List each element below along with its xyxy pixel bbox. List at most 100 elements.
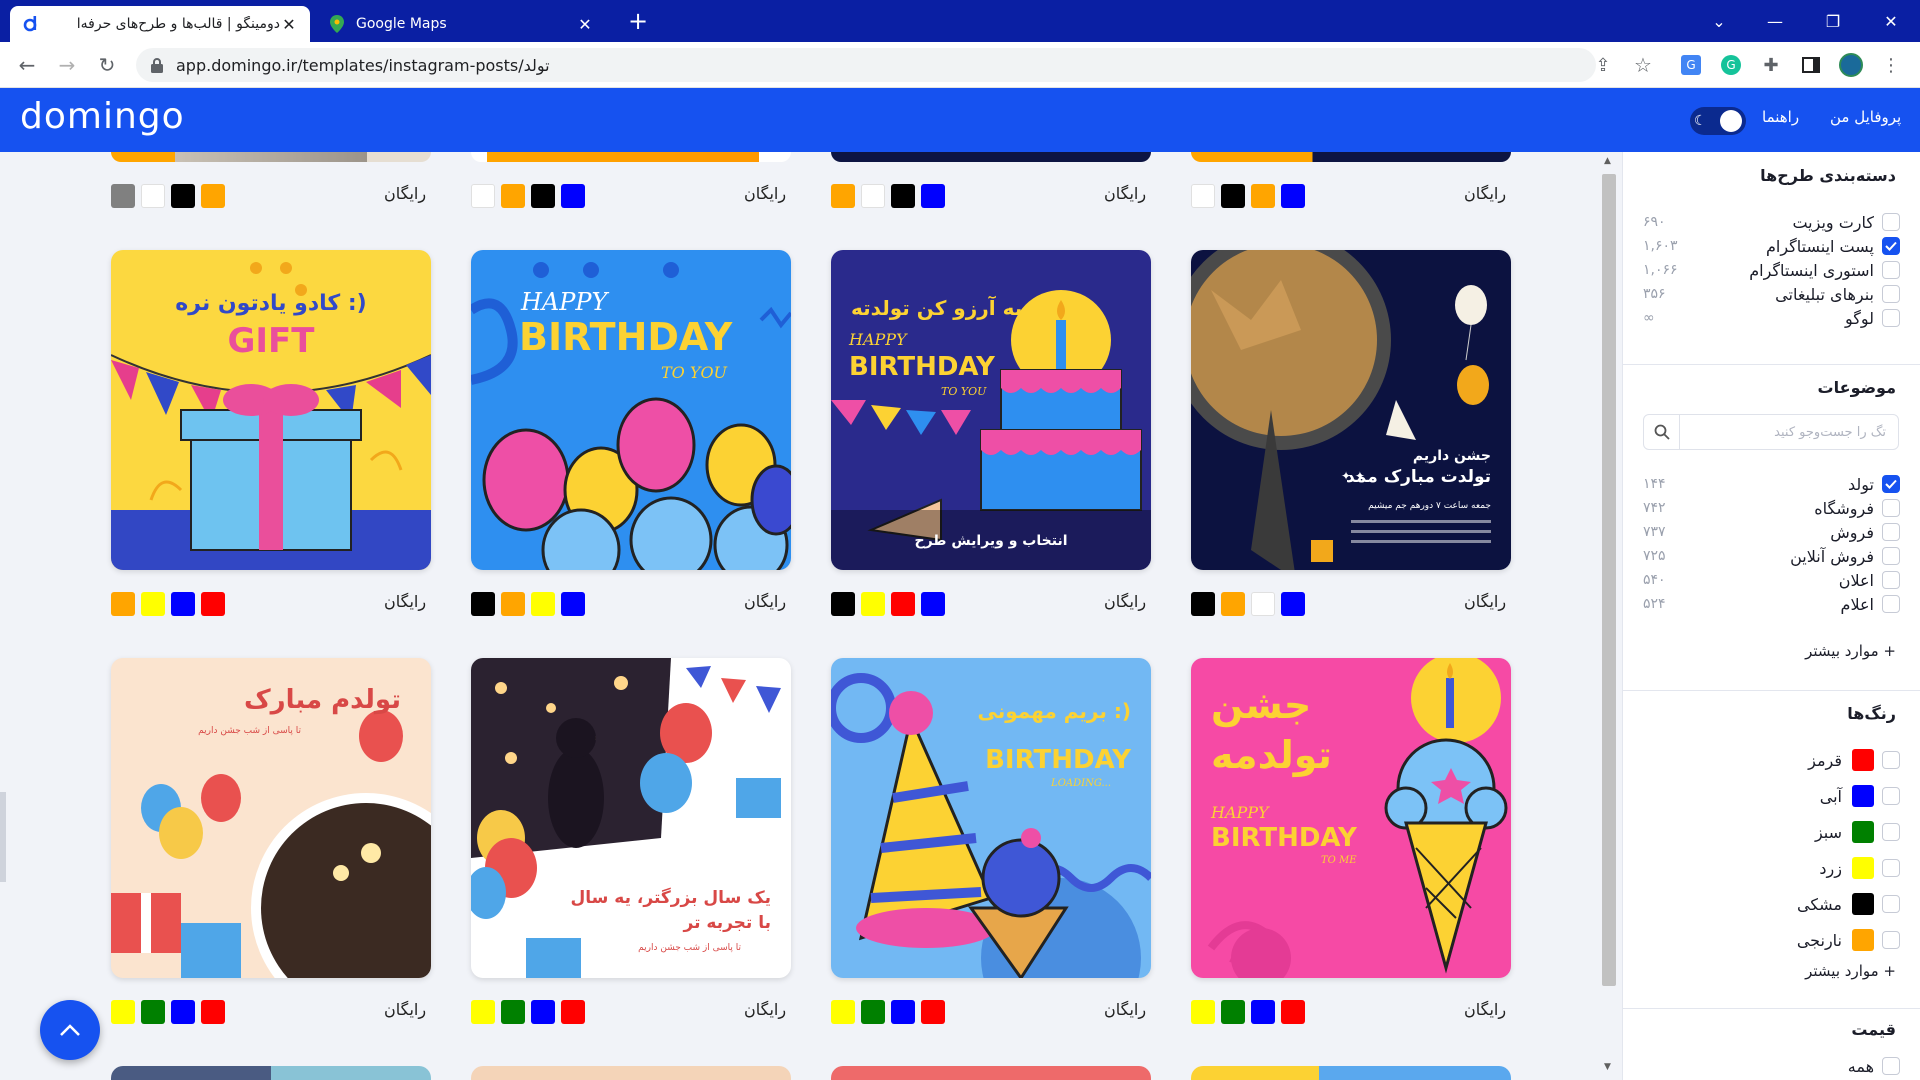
category-label: بنرهای تبلیغاتی	[1775, 284, 1874, 304]
close-tab-icon[interactable]: ✕	[576, 15, 594, 34]
reload-icon[interactable]: ↻	[92, 50, 122, 80]
checkbox[interactable]	[1882, 1057, 1900, 1075]
forward-icon[interactable]: →	[52, 50, 82, 80]
nav-guide[interactable]: راهنما	[1762, 108, 1799, 126]
price-label: رایگان	[1464, 184, 1507, 203]
price-label: رایگان	[384, 184, 427, 203]
translate-icon[interactable]: G	[1678, 52, 1704, 78]
topics-more-link[interactable]: + موارد بیشتر	[1805, 642, 1896, 660]
checkbox[interactable]	[1882, 547, 1900, 565]
checkbox[interactable]	[1882, 261, 1900, 279]
template-thumbnail-partial[interactable]	[1191, 152, 1511, 162]
template-card-balloons[interactable]: HAPPY BIRTHDAY TO YOU	[471, 250, 791, 570]
tab-google-maps[interactable]: Google Maps ✕	[316, 6, 606, 42]
template-card-my-birthday[interactable]: تولدم مبارک تا پاسی از شب جشن داریم	[111, 658, 431, 978]
topic-option[interactable]: فروش آنلاین ۷۲۵	[1643, 544, 1900, 568]
scroll-up-arrow-icon[interactable]: ▲	[1604, 156, 1611, 166]
browser-tab-strip: دومینگو | قالب‌ها و طرح‌های حرفه‌ا ✕ Goo…	[0, 0, 1920, 42]
checkbox[interactable]	[1882, 475, 1900, 493]
grammarly-icon[interactable]: G	[1718, 52, 1744, 78]
category-option[interactable]: استوری اینستاگرام ۱,۰۶۶	[1643, 258, 1900, 282]
template-thumbnail-partial[interactable]	[471, 152, 791, 162]
checkbox[interactable]	[1882, 571, 1900, 589]
scrollbar-thumb[interactable]	[1602, 174, 1616, 986]
scroll-down-arrow-icon[interactable]: ▼	[1604, 1062, 1611, 1072]
checkbox[interactable]	[1882, 931, 1900, 949]
share-icon[interactable]: ⇪	[1590, 52, 1616, 78]
colors-more-link[interactable]: + موارد بیشتر	[1805, 962, 1896, 980]
color-option[interactable]: زرد	[1643, 856, 1900, 880]
color-chip	[171, 1000, 195, 1024]
topic-option[interactable]: اعلام ۵۲۴	[1643, 592, 1900, 616]
template-thumbnail-partial[interactable]	[111, 1066, 431, 1080]
card-big: BIRTHDAY	[1211, 823, 1358, 853]
template-card-party-dark[interactable]: ✦ ✦ جشن داریم تولدت مبارک ممد جمعه ساعت …	[1191, 250, 1511, 570]
category-count: ۱,۰۶۶	[1643, 262, 1678, 278]
topic-option[interactable]: فروشگاه ۷۴۲	[1643, 496, 1900, 520]
bookmark-star-icon[interactable]: ☆	[1630, 52, 1656, 78]
template-thumbnail-partial[interactable]	[831, 1066, 1151, 1080]
checkbox[interactable]	[1882, 499, 1900, 517]
checkbox[interactable]	[1882, 595, 1900, 613]
restore-icon[interactable]: ❐	[1804, 0, 1862, 42]
extensions-puzzle-icon[interactable]: ✚	[1758, 52, 1784, 78]
checkbox[interactable]	[1882, 895, 1900, 913]
domingo-logo[interactable]: domingo	[20, 96, 185, 137]
tab-search-icon[interactable]: ⌄	[1690, 0, 1748, 42]
checkbox[interactable]	[1882, 309, 1900, 327]
main-scrollbar[interactable]: ▲ ▼	[1598, 152, 1622, 1080]
tab-domingo[interactable]: دومینگو | قالب‌ها و طرح‌های حرفه‌ا ✕	[10, 6, 310, 42]
topic-option[interactable]: فروش ۷۳۷	[1643, 520, 1900, 544]
template-thumbnail-partial[interactable]	[831, 152, 1151, 162]
template-card-year-older[interactable]: یک سال بزرگتر، یه سال با تجربه تر تا پاس…	[471, 658, 791, 978]
card-title: کادو یادتون نره :)	[175, 291, 366, 316]
template-card-gift[interactable]: کادو یادتون نره :) GIFT	[111, 250, 431, 570]
category-option[interactable]: پست اینستاگرام ۱,۶۰۳	[1643, 234, 1900, 258]
close-tab-icon[interactable]: ✕	[280, 15, 298, 34]
chrome-menu-icon[interactable]: ⋮	[1878, 52, 1904, 78]
category-option[interactable]: لوگو ∞	[1643, 306, 1900, 330]
topics-search-input[interactable]: تگ را جست‌وجو کنید	[1643, 414, 1899, 450]
dark-mode-toggle[interactable]: ☾	[1690, 107, 1746, 135]
nav-profile[interactable]: پروفایل من	[1830, 108, 1901, 126]
template-card-ice-cream[interactable]: جشن تولدمه HAPPY BIRTHDAY TO ME	[1191, 658, 1511, 978]
url-field[interactable]: app.domingo.ir/templates/instagram-posts…	[136, 48, 1596, 82]
template-thumbnail-partial[interactable]	[1191, 1066, 1511, 1080]
side-panel-icon[interactable]	[1798, 52, 1824, 78]
search-placeholder: تگ را جست‌وجو کنید	[1774, 424, 1886, 440]
checkbox[interactable]	[1882, 523, 1900, 541]
template-card-party-hat[interactable]: بریم مهمونی :) BIRTHDAY LOADING...	[831, 658, 1151, 978]
color-option[interactable]: آبی	[1643, 784, 1900, 808]
topic-option[interactable]: اعلان ۵۴۰	[1643, 568, 1900, 592]
category-option[interactable]: کارت ویزیت ۶۹۰	[1643, 210, 1900, 234]
scroll-to-top-button[interactable]	[40, 1000, 100, 1060]
checkbox[interactable]	[1882, 213, 1900, 231]
color-option[interactable]: نارنجی	[1643, 928, 1900, 952]
checkbox[interactable]	[1882, 751, 1900, 769]
back-icon[interactable]: ←	[12, 50, 42, 80]
checkbox[interactable]	[1882, 787, 1900, 805]
color-option[interactable]: سبز	[1643, 820, 1900, 844]
category-option[interactable]: بنرهای تبلیغاتی ۳۵۶	[1643, 282, 1900, 306]
color-chip	[1251, 1000, 1275, 1024]
topic-option[interactable]: تولد ۱۴۴	[1643, 472, 1900, 496]
color-chip	[561, 184, 585, 208]
template-thumbnail-partial[interactable]	[471, 1066, 791, 1080]
checkbox[interactable]	[1882, 285, 1900, 303]
close-window-icon[interactable]: ✕	[1862, 0, 1920, 42]
color-option[interactable]: مشکی	[1643, 892, 1900, 916]
template-card-cake[interactable]: یه آرزو کن تولدته HAPPY BIRTHDAY TO YOU …	[831, 250, 1151, 570]
color-chip	[891, 184, 915, 208]
template-thumbnail-partial[interactable]	[111, 152, 431, 162]
new-tab-button[interactable]: +	[624, 8, 652, 36]
tab-title: دومینگو | قالب‌ها و طرح‌های حرفه‌ا	[76, 16, 280, 32]
checkbox[interactable]	[1882, 237, 1900, 255]
color-chip	[501, 184, 525, 208]
checkbox[interactable]	[1882, 823, 1900, 841]
checkbox[interactable]	[1882, 859, 1900, 877]
minimize-icon[interactable]: —	[1746, 0, 1804, 42]
price-all-option[interactable]: همه	[1643, 1054, 1900, 1078]
color-option[interactable]: قرمز	[1643, 748, 1900, 772]
select-edit-overlay[interactable]: انتخاب و ویرایش طرح	[914, 533, 1067, 549]
profile-avatar-icon[interactable]	[1838, 52, 1864, 78]
